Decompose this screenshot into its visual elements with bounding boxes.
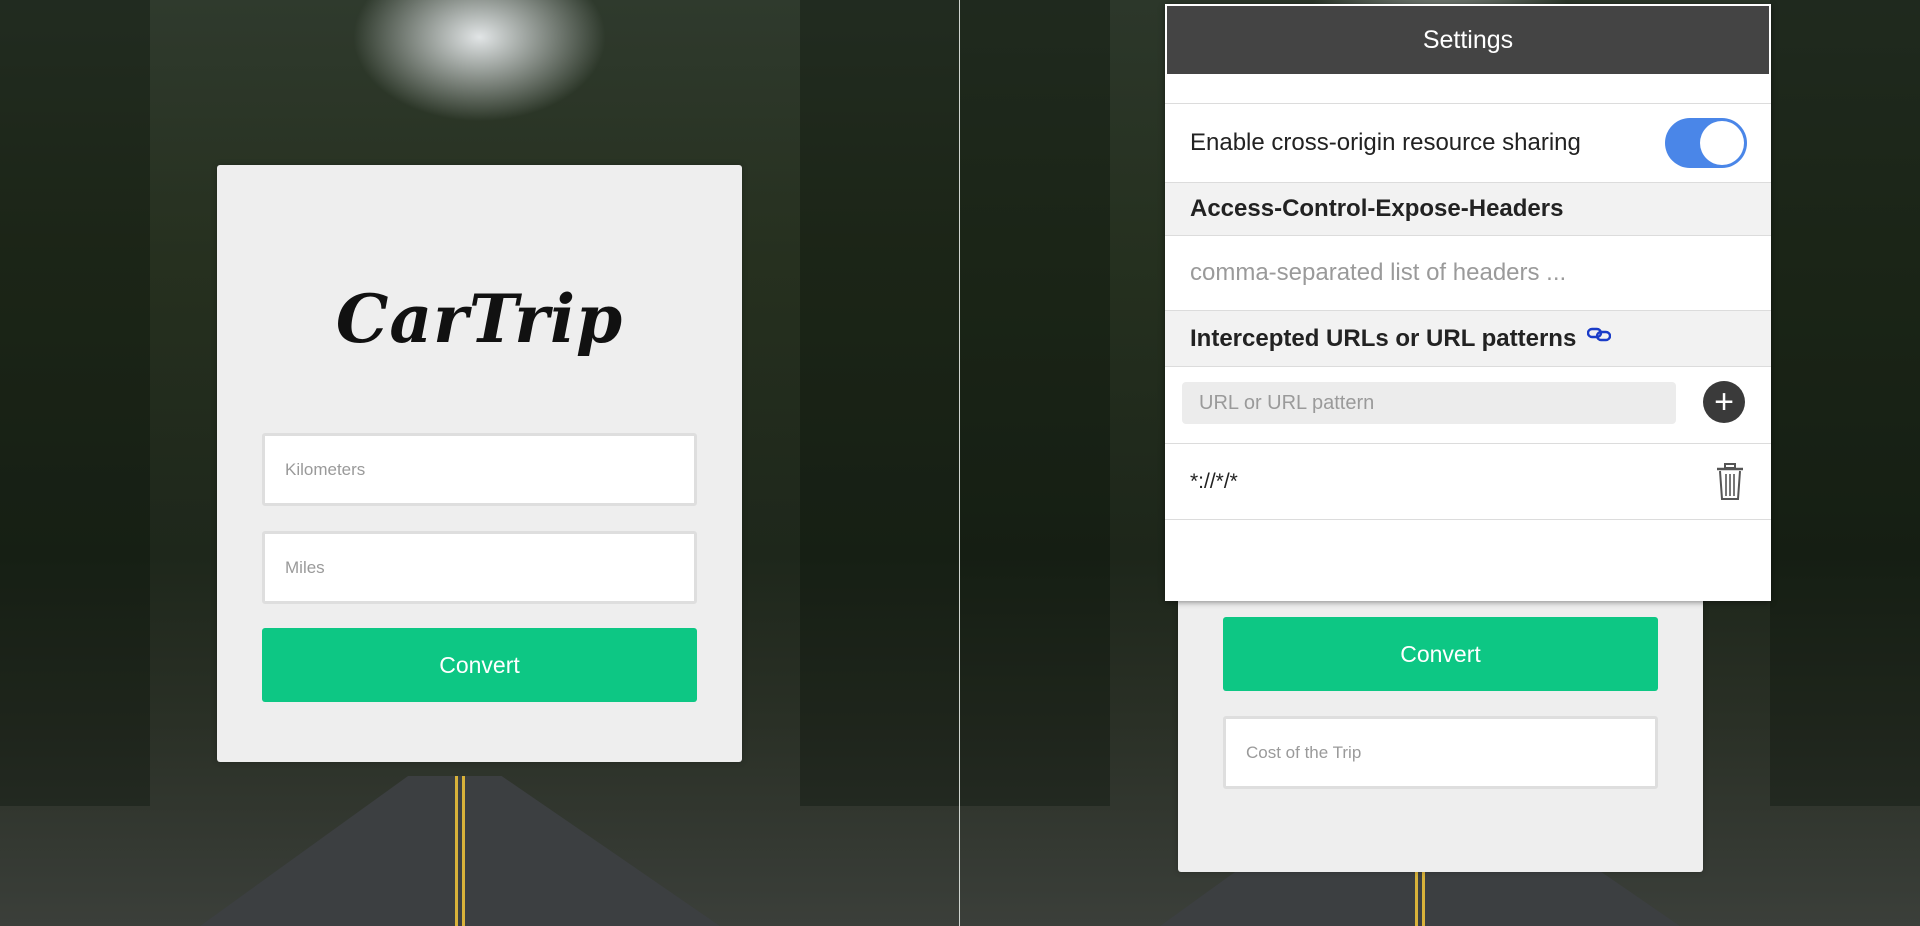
intercepted-urls-section: Intercepted URLs or URL patterns	[1165, 311, 1771, 367]
link-icon[interactable]	[1586, 326, 1612, 342]
cost-of-trip-input[interactable]: Cost of the Trip	[1223, 716, 1658, 789]
miles-input[interactable]: Miles	[262, 531, 697, 604]
toggle-knob	[1700, 121, 1744, 165]
url-pattern-value: *://*/*	[1190, 469, 1238, 493]
intercepted-urls-label: Intercepted URLs or URL patterns	[1190, 324, 1577, 352]
cors-row: Enable cross-origin resource sharing	[1165, 103, 1771, 183]
cors-toggle[interactable]	[1665, 118, 1747, 168]
convert-button[interactable]: Convert	[262, 628, 697, 702]
expose-headers-input[interactable]: comma-separated list of headers ...	[1165, 236, 1771, 311]
cartrip-logo: CarTrip	[335, 280, 624, 358]
road-background	[200, 776, 720, 926]
intercepted-urls-title: Intercepted URLs or URL patterns	[1190, 324, 1612, 353]
plus-icon[interactable]: +	[1703, 381, 1745, 423]
expose-headers-section: Access-Control-Expose-Headers	[1165, 183, 1771, 236]
convert-button[interactable]: Convert	[1223, 617, 1658, 691]
url-pattern-entry-row: URL or URL pattern +	[1165, 367, 1771, 444]
forest-background	[0, 0, 150, 806]
forest-background	[800, 0, 959, 806]
url-pattern-row: *://*/*	[1165, 444, 1771, 520]
url-pattern-input[interactable]: URL or URL pattern	[1182, 382, 1676, 424]
converter-card: CarTrip Kilometers Miles Convert	[217, 165, 742, 762]
left-browser-pane: CarTrip Kilometers Miles Convert	[0, 0, 960, 926]
trash-icon[interactable]	[1716, 463, 1744, 501]
expose-headers-placeholder: comma-separated list of headers ...	[1190, 259, 1567, 286]
forest-background	[1770, 0, 1920, 806]
forest-background	[960, 0, 1110, 806]
cors-label: Enable cross-origin resource sharing	[1190, 129, 1581, 156]
settings-title: Settings	[1167, 6, 1769, 74]
kilometers-input[interactable]: Kilometers	[262, 433, 697, 506]
expose-headers-title: Access-Control-Expose-Headers	[1190, 195, 1564, 222]
settings-popup: Settings Enable cross-origin resource sh…	[1165, 4, 1771, 601]
